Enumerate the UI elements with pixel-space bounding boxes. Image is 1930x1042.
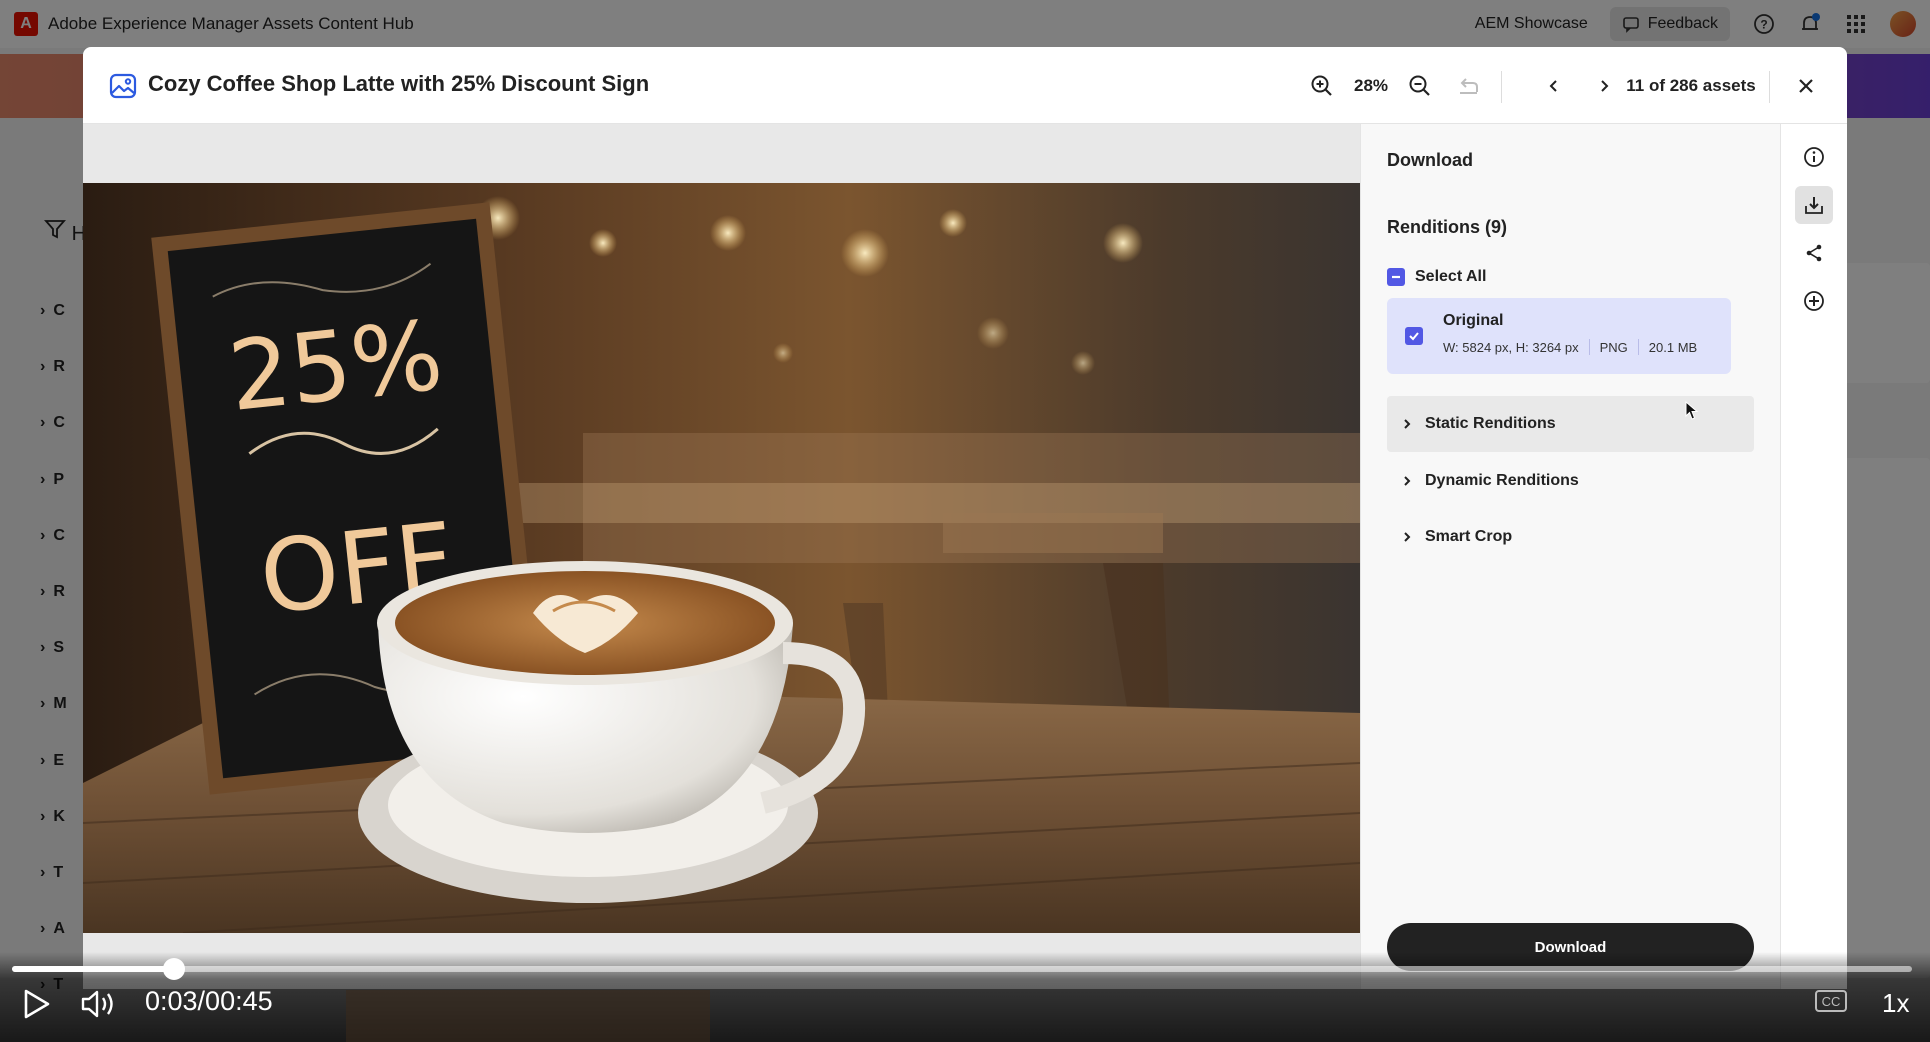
rendition-size: 20.1 MB [1648,339,1698,355]
rendition-format: PNG [1599,339,1628,355]
zoom-out-button[interactable] [1405,47,1435,124]
zoom-in-icon [1311,75,1332,96]
download-icon [1805,197,1823,214]
chevron-right-icon [1401,531,1415,543]
original-checkbox[interactable] [1405,327,1423,345]
coffee-photo: 25% OFF [83,183,1360,933]
video-controls: 0:03/00:45 CC 1x [0,952,1930,1042]
smart-crop-toggle[interactable]: Smart Crop [1387,509,1754,565]
image-asset-icon [109,73,137,99]
chevron-left-icon [1549,79,1557,92]
zoom-out-icon [1409,75,1430,96]
rendition-meta: W: 5824 px, H: 3264 px PNG 20.1 MB [1443,339,1697,355]
zoom-in-button[interactable] [1307,47,1337,124]
select-all-checkbox[interactable] [1387,268,1405,286]
play-icon[interactable] [22,988,52,1020]
undo-icon [1460,77,1478,94]
side-rail [1780,124,1847,989]
add-to-collection-button[interactable] [1795,282,1833,320]
close-button[interactable] [1791,47,1821,124]
next-asset-button[interactable] [1589,47,1619,124]
header-divider [1769,71,1770,103]
rendition-dimensions: W: 5824 px, H: 3264 px [1443,339,1579,355]
chevron-right-icon [1401,418,1415,430]
download-panel: Download Renditions (9) Select All Origi… [1360,124,1780,989]
asset-title: Cozy Coffee Shop Latte with 25% Discount… [148,71,650,96]
info-icon [1804,147,1824,167]
meta-divider [1637,339,1639,355]
sign-text: 25% [224,299,448,433]
indeterminate-icon [1392,275,1400,279]
add-circle-icon [1804,291,1824,311]
rendition-name: Original [1443,312,1504,329]
chevron-right-icon [1401,475,1415,487]
asset-image: 25% OFF [83,183,1360,933]
info-button[interactable] [1795,138,1833,176]
chevron-right-icon [1601,79,1609,92]
modal-header: Cozy Coffee Shop Latte with 25% Discount… [83,47,1847,124]
original-rendition[interactable]: Original W: 5824 px, H: 3264 px PNG 20.1… [1387,298,1731,374]
reset-zoom-button[interactable] [1453,47,1483,124]
share-icon [1806,244,1822,262]
video-progress-fill [12,966,174,972]
previous-asset-button[interactable] [1539,47,1569,124]
dynamic-renditions-toggle[interactable]: Dynamic Renditions [1387,453,1754,509]
video-scrubber[interactable] [12,958,1912,980]
volume-icon[interactable] [80,988,118,1020]
header-divider [1501,71,1502,103]
closed-captions-button[interactable]: CC [1815,990,1847,1012]
renditions-title: Renditions (9) [1387,217,1507,237]
checkmark-icon [1409,332,1419,341]
section-label: Smart Crop [1425,528,1513,545]
asset-counter: 11 of 286 assets [1626,75,1756,95]
mouse-cursor [1685,401,1699,420]
select-all-label[interactable]: Select All [1415,268,1486,286]
share-button[interactable] [1795,234,1833,272]
asset-preview-area: 25% OFF [83,124,1360,989]
playback-speed[interactable]: 1x [1882,988,1909,1019]
asset-preview-modal: Cozy Coffee Shop Latte with 25% Discount… [83,47,1847,989]
video-scrubber-handle[interactable] [162,958,185,980]
section-label: Dynamic Renditions [1425,472,1579,489]
panel-heading: Download [1387,150,1473,170]
video-thumbnail-strip [346,990,710,1042]
zoom-level: 28% [1353,75,1389,95]
download-panel-button[interactable] [1795,186,1833,224]
video-time: 0:03/00:45 [145,986,273,1016]
section-label: Static Renditions [1425,415,1556,432]
meta-divider [1588,339,1590,355]
close-icon [1799,78,1813,93]
